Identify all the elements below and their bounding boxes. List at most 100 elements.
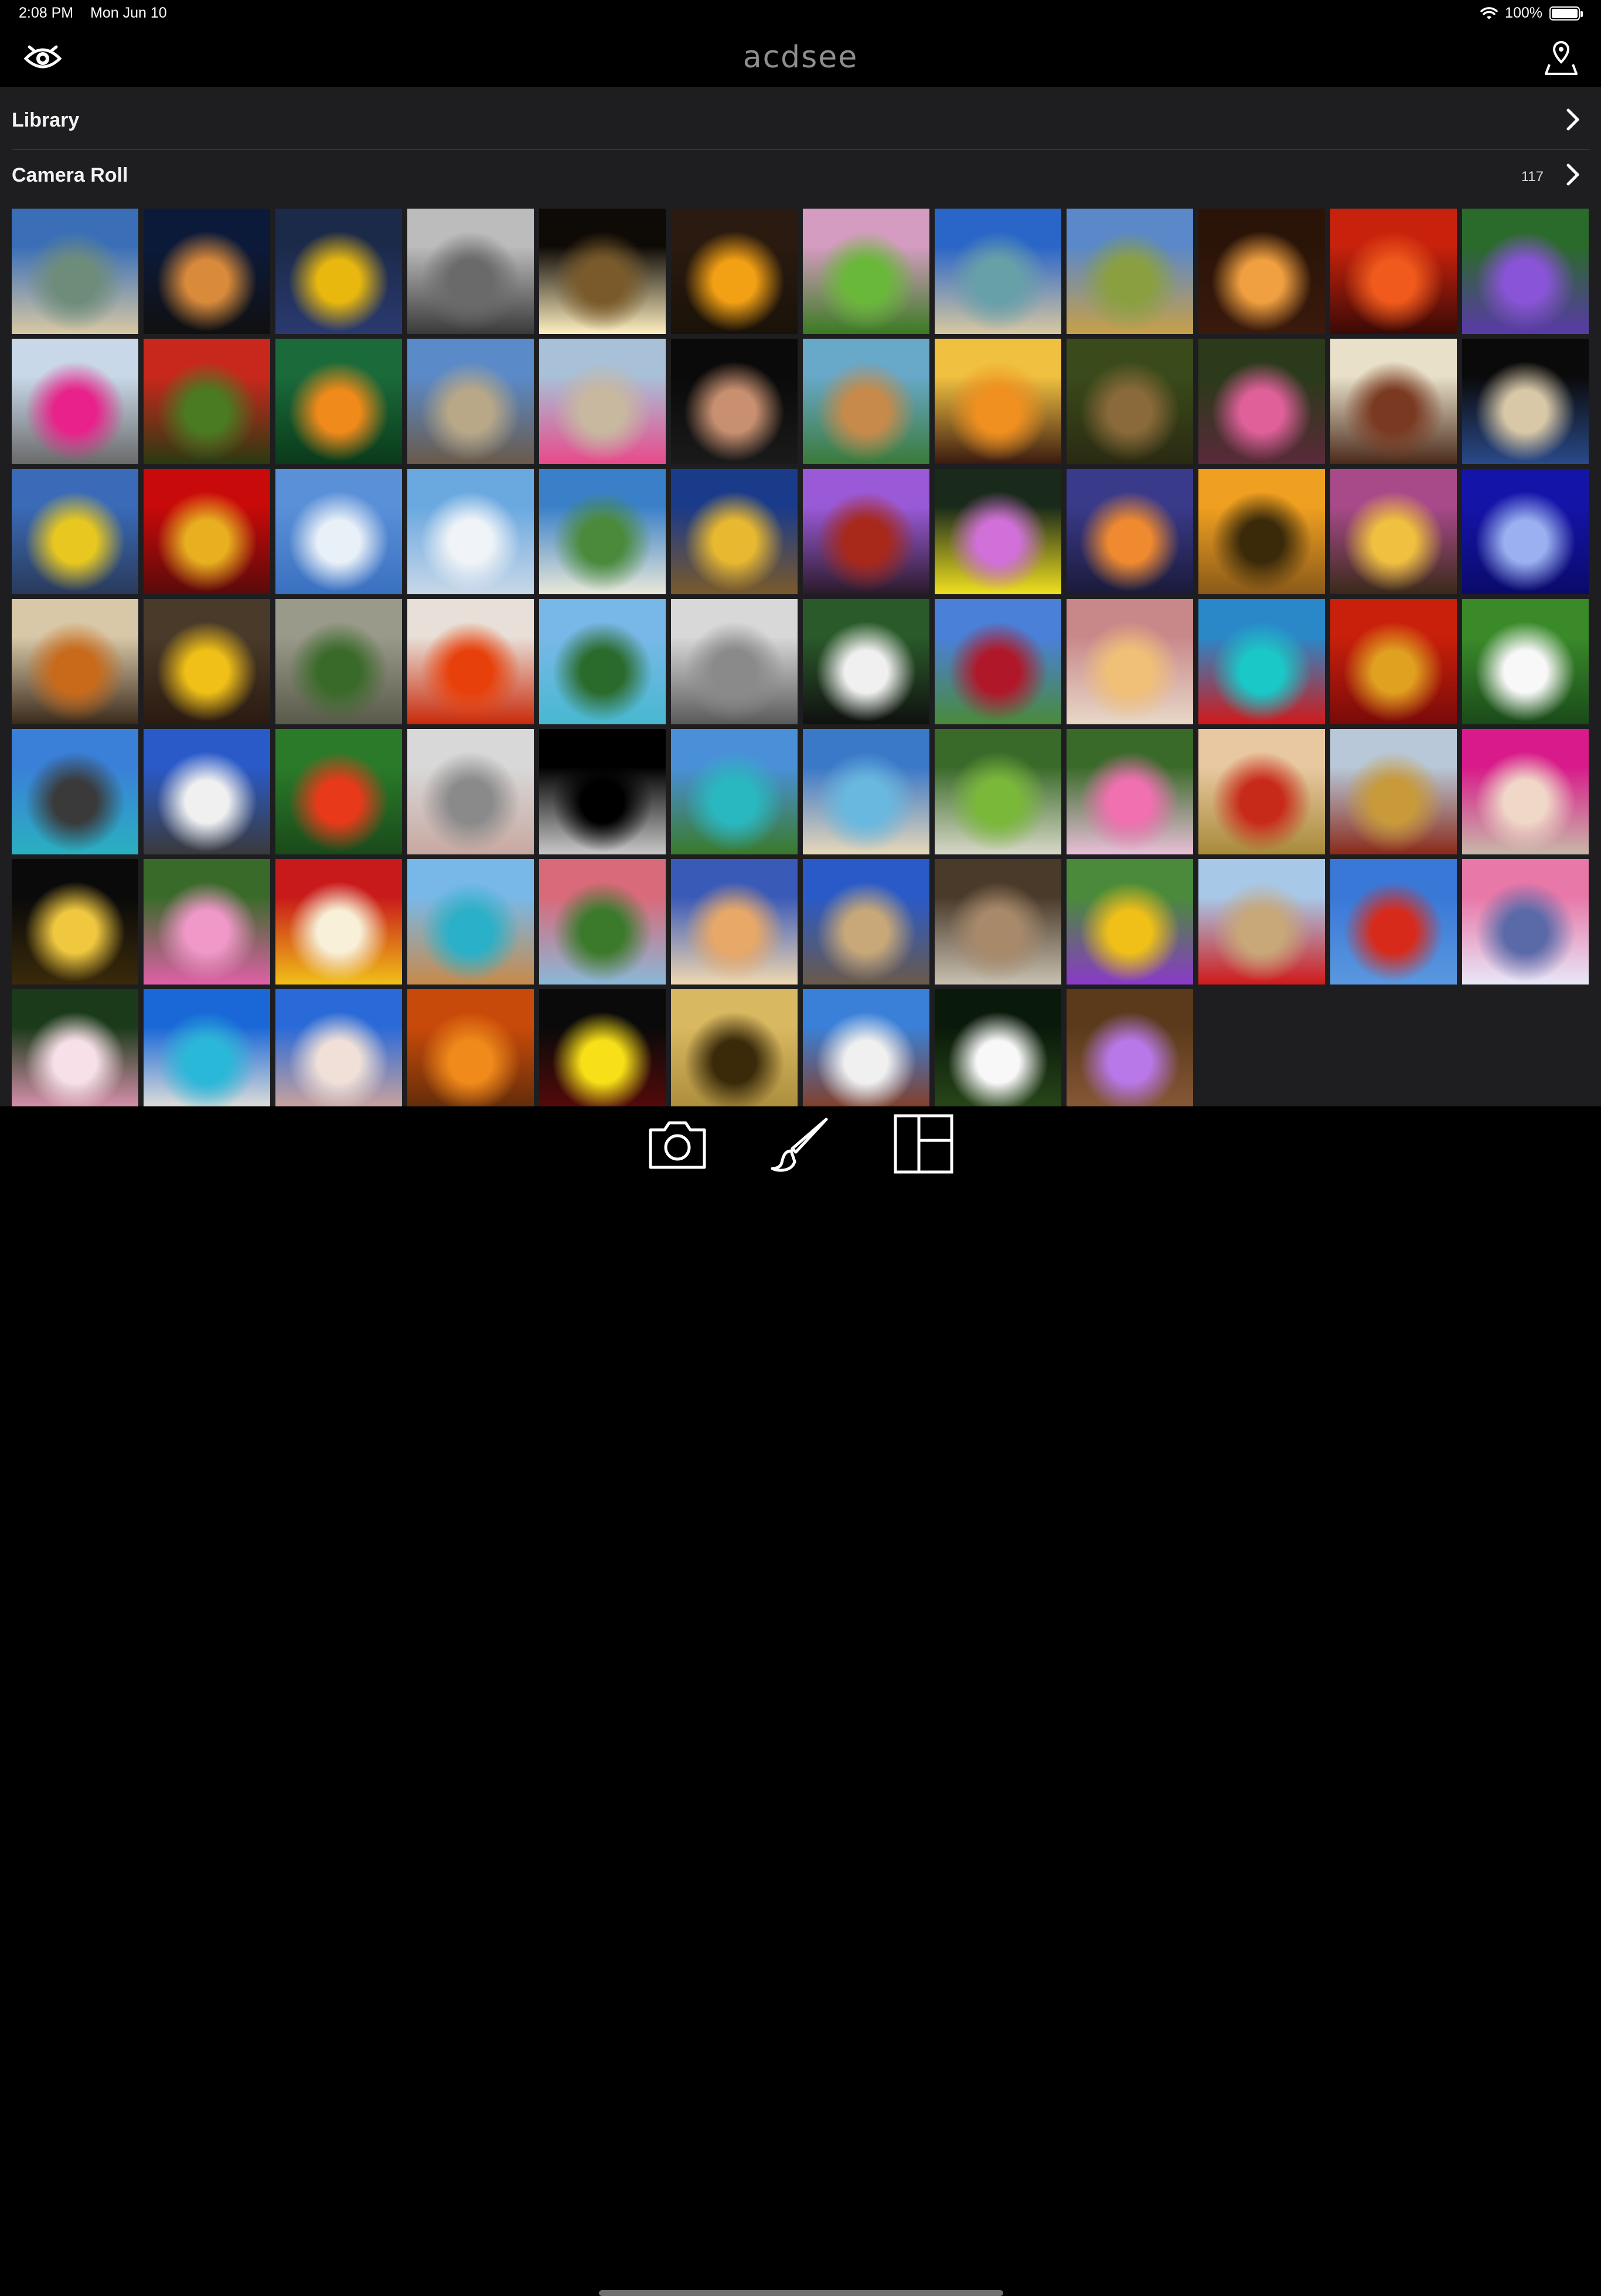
photo-thumbnail-island-coast[interactable] — [539, 469, 666, 594]
photo-thumbnail-red-tree[interactable] — [935, 599, 1061, 724]
photo-thumbnail-carved-figure[interactable] — [671, 989, 798, 1115]
edit-brush-button[interactable] — [768, 1111, 833, 1177]
photo-thumbnail-pink-blossom-tree[interactable] — [803, 209, 929, 334]
photo-thumbnail-thai-palace-spires[interactable] — [803, 989, 929, 1115]
photo-thumbnail-persian-cat[interactable] — [407, 729, 534, 854]
photo-thumbnail-yellow-tulips[interactable] — [275, 209, 402, 334]
photo-thumbnail-historic-building[interactable] — [803, 859, 929, 985]
photo-thumbnail-modern-monument[interactable] — [1462, 339, 1589, 464]
photo-thumbnail-white-flower-leaves[interactable] — [1462, 599, 1589, 724]
status-date: Mon Jun 10 — [90, 5, 167, 21]
photo-thumbnail-big-ben-bus[interactable] — [1198, 859, 1325, 985]
photo-thumbnail-jellyfish[interactable] — [1462, 469, 1589, 594]
photo-thumbnail-city-night-skyline[interactable] — [144, 209, 270, 334]
battery-fill — [1552, 8, 1578, 18]
content-area: Library Camera Roll 117 — [0, 87, 1601, 1115]
photo-thumbnail-tropical-cove[interactable] — [935, 209, 1061, 334]
photo-thumbnail-korean-palace[interactable] — [1330, 339, 1457, 464]
tab-bar — [0, 1106, 1601, 2296]
photo-thumbnail-tropical-beach[interactable] — [144, 989, 270, 1115]
photo-thumbnail-sunset-horizon[interactable] — [671, 209, 798, 334]
photo-thumbnail-chinese-temple[interactable] — [1330, 729, 1457, 854]
photo-thumbnail-yellow-marigold[interactable] — [539, 989, 666, 1115]
photo-thumbnail-frangipani-fruit[interactable] — [275, 859, 402, 985]
photo-thumbnail-ornate-tower[interactable] — [1198, 729, 1325, 854]
home-indicator[interactable] — [599, 2290, 1003, 2296]
photo-thumbnail-white-beach[interactable] — [407, 469, 534, 594]
photo-thumbnail-colorful-dusk[interactable] — [1067, 469, 1193, 594]
photo-thumbnail-cathedral[interactable] — [407, 339, 534, 464]
photo-thumbnail-countryside-path[interactable] — [1067, 209, 1193, 334]
map-location-button[interactable] — [1544, 39, 1579, 76]
photo-thumbnail-mountain-stream[interactable] — [539, 859, 666, 985]
photo-thumbnail-pink-hibiscus[interactable] — [144, 859, 270, 985]
photo-thumbnail-warm-figure[interactable] — [1067, 599, 1193, 724]
photo-thumbnail-golden-statue-red[interactable] — [144, 469, 270, 594]
photo-thumbnail-bronze-statue[interactable] — [935, 859, 1061, 985]
photo-thumbnail-red-bloom[interactable] — [275, 729, 402, 854]
photo-thumbnail-goldfish[interactable] — [275, 339, 402, 464]
layout-button[interactable] — [891, 1111, 956, 1177]
photo-thumbnail-light-painting[interactable] — [539, 209, 666, 334]
camera-button[interactable] — [645, 1111, 710, 1177]
photo-thumbnail-alpine-lake[interactable] — [539, 599, 666, 724]
camera-roll-count: 117 — [1521, 169, 1544, 185]
photo-thumbnail-limestone-cove[interactable] — [12, 729, 138, 854]
photo-thumbnail-monkeys[interactable] — [671, 599, 798, 724]
photo-thumbnail-colorful-kayaks[interactable] — [1067, 859, 1193, 985]
photo-thumbnail-karst-mountains[interactable] — [275, 599, 402, 724]
photo-thumbnail-white-waterlily[interactable] — [935, 989, 1061, 1115]
battery-percent: 100% — [1505, 5, 1542, 21]
chevron-right-icon — [1566, 163, 1579, 186]
photo-thumbnail-tree-sunset[interactable] — [1330, 469, 1457, 594]
photo-thumbnail-white-gazebo[interactable] — [275, 989, 402, 1115]
photo-thumbnail-jungle-sunset[interactable] — [1198, 469, 1325, 594]
photo-thumbnail-winter-cabin[interactable] — [1462, 859, 1589, 985]
photo-thumbnail-pink-aster[interactable] — [935, 469, 1061, 594]
photo-thumbnail-bird-in-sky[interactable] — [275, 469, 402, 594]
photo-thumbnail-turquoise-bay[interactable] — [671, 729, 798, 854]
battery-icon — [1549, 6, 1583, 21]
photo-thumbnail-hawk[interactable] — [1067, 339, 1193, 464]
photo-thumbnail-owl-face[interactable] — [407, 209, 534, 334]
photo-thumbnail-moss-statue[interactable] — [144, 339, 270, 464]
photo-thumbnail-golden-gateway[interactable] — [671, 859, 798, 985]
photo-thumbnail-thai-temple[interactable] — [12, 599, 138, 724]
photo-thumbnail-full-moon[interactable] — [539, 729, 666, 854]
photo-thumbnail-white-lily[interactable] — [12, 989, 138, 1115]
photo-thumbnail-maple-leaf[interactable] — [144, 599, 270, 724]
photo-thumbnail-panda[interactable] — [803, 599, 929, 724]
photo-thumbnail-fountain-night[interactable] — [12, 859, 138, 985]
photo-thumbnail-golden-stupa[interactable] — [671, 469, 798, 594]
photo-thumbnail-autumn-forest[interactable] — [407, 989, 534, 1115]
photo-thumbnail-coastal-village[interactable] — [803, 339, 929, 464]
photo-thumbnail-purple-flower-bowl[interactable] — [1067, 989, 1193, 1115]
photo-thumbnail-white-church[interactable] — [144, 729, 270, 854]
header-bar: acdsee — [0, 28, 1601, 87]
library-row[interactable]: Library — [0, 93, 1601, 147]
photo-thumbnail-palace-garden[interactable] — [539, 339, 666, 464]
photo-thumbnail-pagoda[interactable] — [803, 469, 929, 594]
photo-thumbnail-sky-lantern[interactable] — [1198, 209, 1325, 334]
photo-thumbnail-magenta-petals[interactable] — [1462, 729, 1589, 854]
photo-thumbnail-red-sculpture[interactable] — [1330, 859, 1457, 985]
photo-thumbnail-calm-beach[interactable] — [803, 729, 929, 854]
photo-thumbnail-beach-cliffs[interactable] — [12, 209, 138, 334]
photo-thumbnail-longtail-boat[interactable] — [407, 859, 534, 985]
photo-thumbnail-strawberry-bowl[interactable] — [407, 599, 534, 724]
library-label: Library — [12, 109, 80, 131]
photo-thumbnail-red-mask[interactable] — [1330, 599, 1457, 724]
layout-grid-icon — [894, 1114, 953, 1174]
photo-thumbnail-pink-building[interactable] — [12, 339, 138, 464]
camera-roll-row[interactable]: Camera Roll 117 — [0, 148, 1601, 202]
photo-thumbnail-pink-starfish[interactable] — [1198, 339, 1325, 464]
photo-thumbnail-turquoise-lake-canoes[interactable] — [1198, 599, 1325, 724]
photo-thumbnail-pink-flower-cluster[interactable] — [1067, 729, 1193, 854]
photo-thumbnail-boardwalk-meadow[interactable] — [935, 729, 1061, 854]
photo-thumbnail-sunburst-sky[interactable] — [935, 339, 1061, 464]
chevron-right-icon — [1566, 108, 1579, 131]
photo-thumbnail-golden-tower[interactable] — [12, 469, 138, 594]
photo-thumbnail-purple-flowers[interactable] — [1462, 209, 1589, 334]
photo-thumbnail-red-sunset-sea[interactable] — [1330, 209, 1457, 334]
photo-thumbnail-lionfish[interactable] — [671, 339, 798, 464]
